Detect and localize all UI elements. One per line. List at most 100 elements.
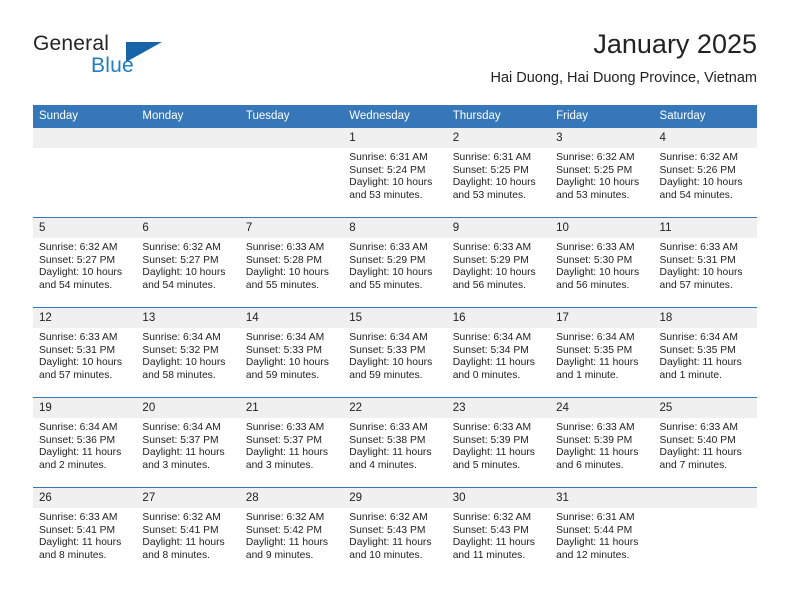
sunset-text: Sunset: 5:33 PM <box>349 344 426 356</box>
calendar-day-cell[interactable]: 8 Sunrise: 6:33 AM Sunset: 5:29 PM Dayli… <box>343 217 447 308</box>
daylight-text-line2: and 55 minutes. <box>245 279 320 291</box>
day-number: 7 <box>239 218 344 238</box>
day-number: 23 <box>446 398 551 418</box>
day-details: Sunrise: 6:33 AM Sunset: 5:39 PM Dayligh… <box>447 418 550 472</box>
calendar-day-cell[interactable]: 26 Sunrise: 6:33 AM Sunset: 5:41 PM Dayl… <box>33 487 137 577</box>
day-details: Sunrise: 6:33 AM Sunset: 5:39 PM Dayligh… <box>550 418 653 472</box>
day-number <box>239 128 344 148</box>
sunrise-text: Sunrise: 6:33 AM <box>659 242 738 253</box>
sunset-text: Sunset: 5:35 PM <box>659 344 736 356</box>
calendar-day-cell[interactable]: 10 Sunrise: 6:33 AM Sunset: 5:30 PM Dayl… <box>550 217 654 308</box>
calendar-day-cell[interactable] <box>136 127 240 218</box>
day-details: Sunrise: 6:31 AM Sunset: 5:25 PM Dayligh… <box>447 148 550 202</box>
sunset-text: Sunset: 5:39 PM <box>556 434 633 446</box>
calendar-day-cell[interactable]: 28 Sunrise: 6:32 AM Sunset: 5:42 PM Dayl… <box>239 487 344 577</box>
sunrise-text: Sunrise: 6:34 AM <box>452 332 532 343</box>
calendar-day-cell[interactable] <box>239 127 344 218</box>
calendar-day-cell[interactable]: 20 Sunrise: 6:34 AM Sunset: 5:37 PM Dayl… <box>136 397 240 488</box>
daylight-text-line2: and 5 minutes. <box>452 459 521 471</box>
sunset-text: Sunset: 5:43 PM <box>349 524 426 536</box>
calendar-day-cell[interactable]: 12 Sunrise: 6:33 AM Sunset: 5:31 PM Dayl… <box>33 307 137 398</box>
calendar-day-cell[interactable]: 14 Sunrise: 6:34 AM Sunset: 5:33 PM Dayl… <box>239 307 344 398</box>
sunrise-text: Sunrise: 6:32 AM <box>556 152 635 163</box>
day-details: Sunrise: 6:33 AM Sunset: 5:31 PM Dayligh… <box>33 328 136 382</box>
calendar-day-cell[interactable]: 7 Sunrise: 6:33 AM Sunset: 5:28 PM Dayli… <box>239 217 344 308</box>
calendar-day-cell[interactable]: 3 Sunrise: 6:32 AM Sunset: 5:25 PM Dayli… <box>550 127 654 218</box>
daylight-text-line1: Daylight: 11 hours <box>452 447 535 459</box>
page-subtitle: Hai Duong, Hai Duong Province, Vietnam <box>490 70 757 86</box>
day-number: 31 <box>550 488 654 508</box>
calendar-day-cell[interactable]: 11 Sunrise: 6:33 AM Sunset: 5:31 PM Dayl… <box>653 217 757 308</box>
weekday-header-monday: Monday <box>136 105 240 128</box>
day-details: Sunrise: 6:32 AM Sunset: 5:26 PM Dayligh… <box>654 148 757 202</box>
day-number: 1 <box>343 128 447 148</box>
calendar-day-cell[interactable]: 6 Sunrise: 6:32 AM Sunset: 5:27 PM Dayli… <box>136 217 240 308</box>
calendar-day-cell[interactable]: 25 Sunrise: 6:33 AM Sunset: 5:40 PM Dayl… <box>653 397 757 488</box>
daylight-text-line1: Daylight: 10 hours <box>142 357 226 369</box>
calendar-day-cell[interactable]: 5 Sunrise: 6:32 AM Sunset: 5:27 PM Dayli… <box>33 217 137 308</box>
calendar-day-cell[interactable]: 21 Sunrise: 6:33 AM Sunset: 5:37 PM Dayl… <box>239 397 344 488</box>
calendar-day-cell[interactable]: 1 Sunrise: 6:31 AM Sunset: 5:24 PM Dayli… <box>343 127 447 218</box>
day-details: Sunrise: 6:33 AM Sunset: 5:29 PM Dayligh… <box>447 238 550 292</box>
calendar-day-cell[interactable]: 27 Sunrise: 6:32 AM Sunset: 5:41 PM Dayl… <box>136 487 240 577</box>
calendar-day-cell[interactable]: 31 Sunrise: 6:31 AM Sunset: 5:44 PM Dayl… <box>550 487 654 577</box>
calendar-day-cell[interactable]: 16 Sunrise: 6:34 AM Sunset: 5:34 PM Dayl… <box>446 307 551 398</box>
daylight-text-line1: Daylight: 10 hours <box>349 357 433 369</box>
sunset-text: Sunset: 5:38 PM <box>349 434 426 446</box>
calendar-day-cell[interactable]: 29 Sunrise: 6:32 AM Sunset: 5:43 PM Dayl… <box>343 487 447 577</box>
sunrise-text: Sunrise: 6:31 AM <box>349 152 428 163</box>
calendar-day-cell[interactable]: 15 Sunrise: 6:34 AM Sunset: 5:33 PM Dayl… <box>343 307 447 398</box>
daylight-text-line1: Daylight: 11 hours <box>39 447 122 459</box>
day-number: 14 <box>239 308 344 328</box>
day-number: 13 <box>136 308 240 328</box>
day-number: 24 <box>550 398 654 418</box>
calendar-day-cell[interactable]: 13 Sunrise: 6:34 AM Sunset: 5:32 PM Dayl… <box>136 307 240 398</box>
daylight-text-line2: and 12 minutes. <box>556 549 630 561</box>
day-number: 8 <box>343 218 447 238</box>
day-details: Sunrise: 6:32 AM Sunset: 5:41 PM Dayligh… <box>136 508 239 562</box>
daylight-text-line2: and 56 minutes. <box>452 279 526 291</box>
general-blue-logo[interactable]: General Blue <box>33 32 243 92</box>
sunset-text: Sunset: 5:35 PM <box>556 344 633 356</box>
sunrise-text: Sunrise: 6:34 AM <box>142 422 221 433</box>
day-number: 6 <box>136 218 240 238</box>
calendar-day-cell[interactable]: 4 Sunrise: 6:32 AM Sunset: 5:26 PM Dayli… <box>653 127 757 218</box>
day-number: 20 <box>136 398 240 418</box>
daylight-text-line1: Daylight: 10 hours <box>349 177 433 189</box>
calendar-day-cell[interactable]: 9 Sunrise: 6:33 AM Sunset: 5:29 PM Dayli… <box>446 217 551 308</box>
daylight-text-line2: and 8 minutes. <box>39 549 107 561</box>
day-details: Sunrise: 6:33 AM Sunset: 5:29 PM Dayligh… <box>343 238 446 292</box>
calendar-day-cell[interactable] <box>653 487 757 577</box>
sunrise-text: Sunrise: 6:33 AM <box>556 422 635 433</box>
day-number: 28 <box>239 488 344 508</box>
calendar-day-cell[interactable]: 2 Sunrise: 6:31 AM Sunset: 5:25 PM Dayli… <box>446 127 551 218</box>
day-details: Sunrise: 6:34 AM Sunset: 5:33 PM Dayligh… <box>240 328 343 382</box>
day-details: Sunrise: 6:32 AM Sunset: 5:42 PM Dayligh… <box>240 508 343 562</box>
daylight-text-line1: Daylight: 11 hours <box>349 447 432 459</box>
calendar-day-cell[interactable]: 22 Sunrise: 6:33 AM Sunset: 5:38 PM Dayl… <box>343 397 447 488</box>
day-details: Sunrise: 6:33 AM Sunset: 5:37 PM Dayligh… <box>240 418 343 472</box>
calendar-day-cell[interactable]: 30 Sunrise: 6:32 AM Sunset: 5:43 PM Dayl… <box>446 487 551 577</box>
calendar-day-cell[interactable]: 17 Sunrise: 6:34 AM Sunset: 5:35 PM Dayl… <box>550 307 654 398</box>
sunrise-text: Sunrise: 6:32 AM <box>349 512 428 523</box>
calendar-day-cell[interactable]: 23 Sunrise: 6:33 AM Sunset: 5:39 PM Dayl… <box>446 397 551 488</box>
calendar-day-cell[interactable] <box>33 127 137 218</box>
daylight-text-line2: and 8 minutes. <box>142 549 210 561</box>
day-details: Sunrise: 6:33 AM Sunset: 5:38 PM Dayligh… <box>343 418 446 472</box>
daylight-text-line2: and 9 minutes. <box>245 549 314 561</box>
calendar-week-row: 12 Sunrise: 6:33 AM Sunset: 5:31 PM Dayl… <box>33 307 757 398</box>
day-details: Sunrise: 6:33 AM Sunset: 5:28 PM Dayligh… <box>240 238 343 292</box>
daylight-text-line2: and 2 minutes. <box>39 459 107 471</box>
day-number: 17 <box>550 308 654 328</box>
sunset-text: Sunset: 5:39 PM <box>452 434 529 446</box>
day-details: Sunrise: 6:32 AM Sunset: 5:43 PM Dayligh… <box>447 508 550 562</box>
calendar-day-cell[interactable]: 19 Sunrise: 6:34 AM Sunset: 5:36 PM Dayl… <box>33 397 137 488</box>
sunset-text: Sunset: 5:32 PM <box>142 344 219 356</box>
daylight-text-line2: and 10 minutes. <box>349 549 423 561</box>
day-details: Sunrise: 6:33 AM Sunset: 5:40 PM Dayligh… <box>654 418 757 472</box>
calendar-day-cell[interactable]: 18 Sunrise: 6:34 AM Sunset: 5:35 PM Dayl… <box>653 307 757 398</box>
calendar-day-cell[interactable]: 24 Sunrise: 6:33 AM Sunset: 5:39 PM Dayl… <box>550 397 654 488</box>
day-details <box>654 508 757 512</box>
day-details: Sunrise: 6:34 AM Sunset: 5:35 PM Dayligh… <box>550 328 653 382</box>
daylight-text-line1: Daylight: 11 hours <box>452 537 535 549</box>
